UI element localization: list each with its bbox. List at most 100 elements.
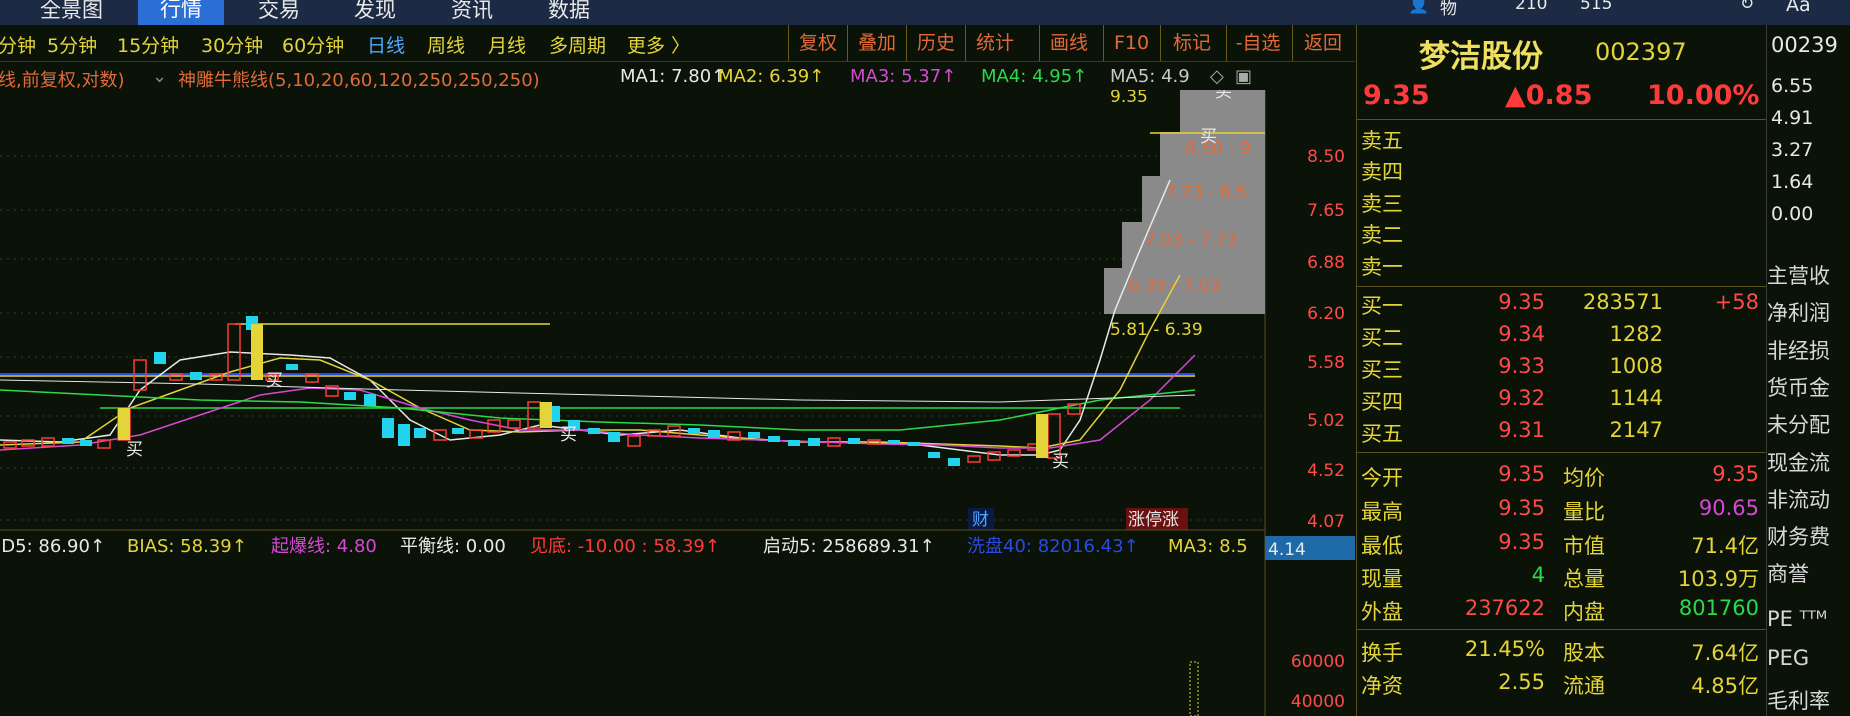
fund-menu-nonrecurring[interactable]: 非经损 bbox=[1767, 335, 1830, 365]
buy-marker: 买 bbox=[1052, 452, 1069, 472]
period-more[interactable]: 更多 〉 bbox=[627, 31, 690, 58]
tb-lishi[interactable]: 历史 bbox=[906, 25, 965, 61]
profile-range-low: 5.81 - 6.39 bbox=[1110, 320, 1203, 340]
fund-menu-financecost[interactable]: 财务费 bbox=[1767, 521, 1830, 551]
user-icon[interactable]: 👤 bbox=[1408, 0, 1429, 15]
candle bbox=[768, 436, 780, 442]
candle bbox=[708, 430, 720, 438]
candle bbox=[948, 458, 960, 466]
ma5-value: MA5: 4.9 bbox=[1110, 66, 1190, 87]
period-week[interactable]: 周线 bbox=[427, 31, 465, 58]
period-5min[interactable]: 5分钟 bbox=[47, 31, 97, 58]
indicator-name[interactable]: 神雕牛熊线(5,10,20,60,120,250,250,250) bbox=[178, 66, 540, 92]
fund-menu-netprofit[interactable]: 净利润 bbox=[1767, 297, 1830, 327]
candle bbox=[627, 435, 641, 447]
fund-menu-cash[interactable]: 货币金 bbox=[1767, 372, 1830, 402]
support-lines bbox=[0, 132, 1265, 409]
stat-open: 9.35 bbox=[1498, 462, 1545, 486]
stat-open-label: 今开 bbox=[1361, 466, 1403, 490]
diamond-icon[interactable]: ◇ bbox=[1210, 66, 1224, 87]
stat-mktcap: 71.4亿 bbox=[1691, 534, 1759, 558]
period-month[interactable]: 月线 bbox=[488, 31, 526, 58]
bid-1-delta: +58 bbox=[1714, 290, 1759, 314]
menu-data[interactable]: 数据 bbox=[548, 0, 590, 24]
qidong-value: 启动5: 258689.31↑ bbox=[763, 536, 935, 557]
buy-marker: 买 bbox=[560, 425, 577, 445]
bid-3-price: 9.33 bbox=[1498, 354, 1545, 378]
indicator-dropdown-icon[interactable]: ⌄ bbox=[152, 66, 167, 87]
last-price: 9.35 bbox=[1363, 80, 1430, 111]
fund-menu-revenue[interactable]: 主营收 bbox=[1767, 260, 1830, 290]
qibao-value: 起爆线: 4.80 bbox=[271, 536, 377, 557]
candle bbox=[527, 401, 541, 429]
tb-fuquan[interactable]: 复权 bbox=[788, 25, 847, 61]
volume-bar bbox=[1189, 661, 1199, 716]
candle bbox=[62, 438, 74, 444]
bid-1-price: 9.35 bbox=[1498, 290, 1545, 314]
top-right-n2: 515 bbox=[1580, 0, 1613, 14]
candle bbox=[928, 452, 940, 458]
buy-marker: 买 bbox=[266, 371, 283, 391]
period-day[interactable]: 日线 bbox=[367, 31, 405, 58]
stat-totalvol: 103.9万 bbox=[1677, 567, 1759, 591]
fund-menu-goodwill[interactable]: 商誉 bbox=[1767, 558, 1809, 588]
menu-news[interactable]: 资讯 bbox=[451, 0, 493, 24]
price-tick-4: 5.58 bbox=[1307, 353, 1345, 373]
bid-2-label: 买二 bbox=[1361, 326, 1403, 350]
fund-menu-cashflow[interactable]: 现金流 bbox=[1767, 447, 1830, 477]
bid-5-vol: 2147 bbox=[1609, 418, 1663, 442]
candle bbox=[748, 432, 760, 438]
fund-menu-undistributed[interactable]: 未分配 bbox=[1767, 409, 1830, 439]
tb-huaxian[interactable]: 画线 bbox=[1039, 25, 1098, 61]
tb-zixuan[interactable]: -自选 bbox=[1226, 25, 1289, 61]
stat-outer-label: 外盘 bbox=[1361, 600, 1403, 624]
stat-avg: 9.35 bbox=[1712, 462, 1759, 486]
candle bbox=[305, 373, 319, 383]
menu-discover[interactable]: 发现 bbox=[354, 0, 396, 24]
buy-marker: 买 bbox=[1215, 90, 1232, 102]
limit-up-candle bbox=[118, 408, 130, 440]
stat-outer: 237622 bbox=[1464, 596, 1545, 620]
limit-up-candle bbox=[251, 324, 263, 380]
cai-badge[interactable]: 财 bbox=[972, 510, 989, 530]
mini-value-0: 6.55 bbox=[1771, 75, 1814, 97]
bid-5-label: 买五 bbox=[1361, 422, 1403, 446]
tb-f10[interactable]: F10 bbox=[1103, 25, 1159, 61]
period-1min[interactable]: 分钟 bbox=[0, 31, 36, 58]
bid-4-label: 买四 bbox=[1361, 390, 1403, 414]
candle bbox=[398, 424, 410, 446]
fund-menu-noncurrent[interactable]: 非流动 bbox=[1767, 484, 1830, 514]
period-60min[interactable]: 60分钟 bbox=[282, 31, 344, 58]
candlesticks bbox=[3, 316, 1081, 466]
fund-menu-grossmargin[interactable]: 毛利率 bbox=[1767, 685, 1830, 715]
candle bbox=[507, 419, 521, 429]
fund-menu-pettm[interactable]: PE ᵀᵀᴹ bbox=[1767, 607, 1827, 631]
stat-volratio: 90.65 bbox=[1698, 496, 1759, 520]
price-change-pct: 10.00% bbox=[1647, 80, 1760, 111]
stock-name: 梦洁股份 bbox=[1419, 39, 1543, 75]
tb-fanhui[interactable]: 返回 bbox=[1292, 25, 1353, 61]
refresh-icon[interactable]: ↻ bbox=[1740, 0, 1754, 14]
fund-menu-peg[interactable]: PEG bbox=[1767, 646, 1809, 670]
ma2-value: MA2: 6.39↑ bbox=[718, 66, 825, 87]
kline-chart[interactable]: 8.50 7.65 6.88 6.20 5.58 5.02 4.52 4.07 … bbox=[0, 90, 1355, 716]
period-30min[interactable]: 30分钟 bbox=[201, 31, 263, 58]
tb-tongji[interactable]: 统计 bbox=[965, 25, 1024, 61]
tb-diejia[interactable]: 叠加 bbox=[847, 25, 906, 61]
tb-biaoji[interactable]: 标记 bbox=[1160, 25, 1223, 61]
jiandi-value: 见底: -10.00 : 58.39↑ bbox=[530, 536, 720, 557]
panel-toggle-icon[interactable]: ▣ bbox=[1235, 66, 1252, 87]
menu-trade[interactable]: 交易 bbox=[258, 0, 300, 24]
font-size-button[interactable]: Aa bbox=[1786, 0, 1811, 16]
buy-marker: 买 bbox=[1200, 127, 1217, 147]
period-15min[interactable]: 15分钟 bbox=[117, 31, 179, 58]
period-multi[interactable]: 多周期 bbox=[549, 31, 606, 58]
zhangting-badge[interactable]: 涨停涨 bbox=[1128, 510, 1179, 530]
stat-netasset: 2.55 bbox=[1498, 670, 1545, 694]
menu-quotes[interactable]: 行情 bbox=[138, 0, 224, 25]
profile-range-3: 7.03 - 7.73 bbox=[1145, 230, 1238, 250]
moving-averages bbox=[0, 179, 1196, 456]
menu-overview[interactable]: 全景图 bbox=[40, 0, 103, 24]
volume-tick-0: 60000 bbox=[1291, 652, 1345, 672]
stat-shares: 7.64亿 bbox=[1691, 641, 1759, 665]
